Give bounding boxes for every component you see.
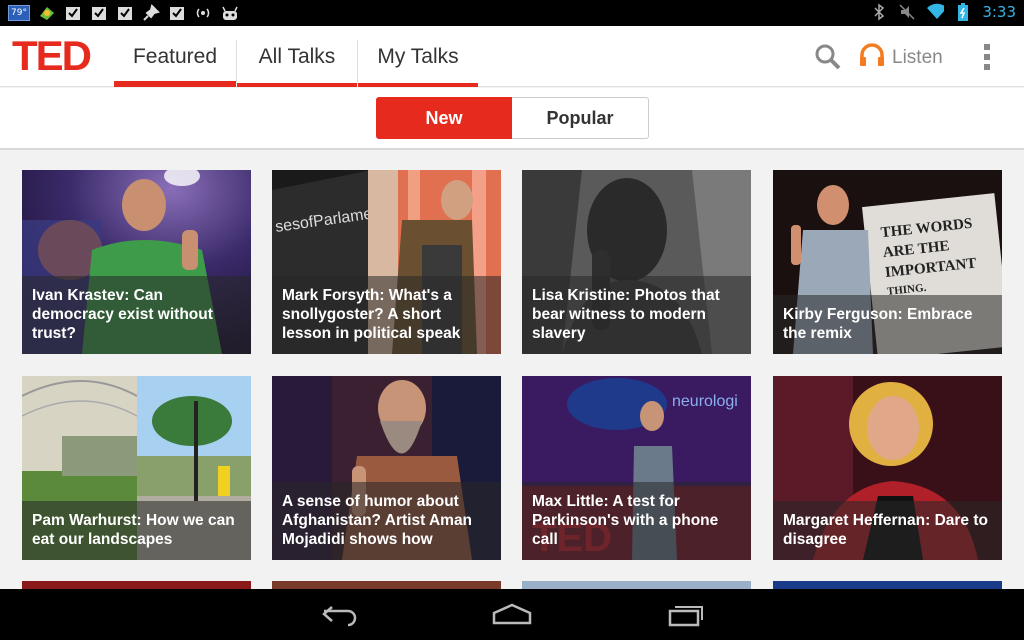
talk-title: Pam Warhurst: How we can eat our landsca… — [22, 501, 251, 560]
talk-card[interactable]: Margaret Heffernan: Dare to disagree — [773, 376, 1002, 560]
checklist-icon — [116, 4, 134, 22]
headphones-icon — [858, 42, 886, 74]
checklist-icon — [90, 4, 108, 22]
recents-icon[interactable] — [666, 603, 706, 632]
wireless-icon — [194, 4, 212, 22]
pin-icon — [142, 4, 160, 22]
talk-title: Ivan Krastev: Can democracy exist withou… — [22, 276, 251, 354]
checklist-icon — [64, 4, 82, 22]
search-icon[interactable] — [814, 43, 842, 76]
talk-title: Margaret Heffernan: Dare to disagree — [773, 501, 1002, 560]
tab-my-talks[interactable]: My Talks — [358, 26, 478, 87]
wifi-icon — [926, 3, 945, 21]
battery-icon — [954, 3, 972, 21]
talk-card[interactable]: Pam Warhurst: How we can eat our landsca… — [22, 376, 251, 560]
action-bar: TED Featured All Talks My Talks Listen — [0, 26, 1024, 87]
talk-title: A sense of humor about Afghanistan? Arti… — [272, 482, 501, 560]
talk-title: Lisa Kristine: Photos that bear witness … — [522, 276, 751, 354]
talk-card[interactable]: sesofParlament Mark Forsyth: What's a sn… — [272, 170, 501, 354]
talk-card[interactable]: Lisa Kristine: Photos that bear witness … — [522, 170, 751, 354]
svg-text:neurologi: neurologi — [672, 393, 738, 410]
segment-new[interactable]: New — [376, 97, 512, 139]
home-icon[interactable] — [492, 603, 532, 632]
overflow-menu-icon[interactable] — [984, 44, 990, 70]
tab-indicator — [358, 83, 478, 87]
talk-card[interactable]: A sense of humor about Afghanistan? Arti… — [272, 376, 501, 560]
tab-featured[interactable]: Featured — [114, 26, 236, 87]
tab-label: Featured — [132, 44, 218, 68]
talk-card[interactable] — [22, 581, 251, 589]
bluetooth-icon — [870, 3, 888, 21]
talk-title: Max Little: A test for Parkinson's with … — [522, 482, 751, 560]
talk-card[interactable]: neurologi TED Max Little: A test for Par… — [522, 376, 751, 560]
talk-card[interactable]: Ivan Krastev: Can democracy exist withou… — [22, 170, 251, 354]
talk-card[interactable] — [272, 581, 501, 589]
clock: 3:33 — [982, 3, 1016, 21]
android-icon — [220, 4, 238, 22]
svg-text:TED: TED — [12, 37, 91, 73]
talk-title: Kirby Ferguson: Embrace the remix — [773, 295, 1002, 354]
weather-icon: 79° — [8, 5, 30, 21]
talk-card[interactable]: THE WORDS ARE THE IMPORTANT THING. Kirby… — [773, 170, 1002, 354]
ted-logo[interactable]: TED — [12, 32, 110, 79]
tab-label: All Talks — [258, 44, 336, 68]
tab-all-talks[interactable]: All Talks — [237, 26, 357, 87]
navigation-bar — [0, 589, 1024, 640]
segment-popular[interactable]: Popular — [512, 97, 649, 139]
back-icon[interactable] — [320, 603, 360, 632]
tab-indicator — [114, 81, 236, 87]
listen-button[interactable]: Listen — [858, 42, 943, 74]
talk-card[interactable] — [522, 581, 751, 589]
listen-label: Listen — [892, 47, 943, 68]
tab-label: My Talks — [377, 44, 459, 68]
checklist-icon — [168, 4, 186, 22]
segment-bar: New Popular — [0, 88, 1024, 150]
system-icons: 3:33 — [870, 3, 1016, 21]
talk-card[interactable] — [773, 581, 1002, 589]
notification-icons: 79° — [8, 4, 238, 22]
talk-grid: Ivan Krastev: Can democracy exist withou… — [0, 152, 1024, 589]
talk-title: Mark Forsyth: What's a snollygoster? A s… — [272, 276, 501, 354]
status-bar: 79° 3:33 — [0, 0, 1024, 26]
mute-icon — [898, 3, 916, 21]
app-icon — [38, 4, 56, 22]
tab-indicator — [237, 83, 357, 87]
